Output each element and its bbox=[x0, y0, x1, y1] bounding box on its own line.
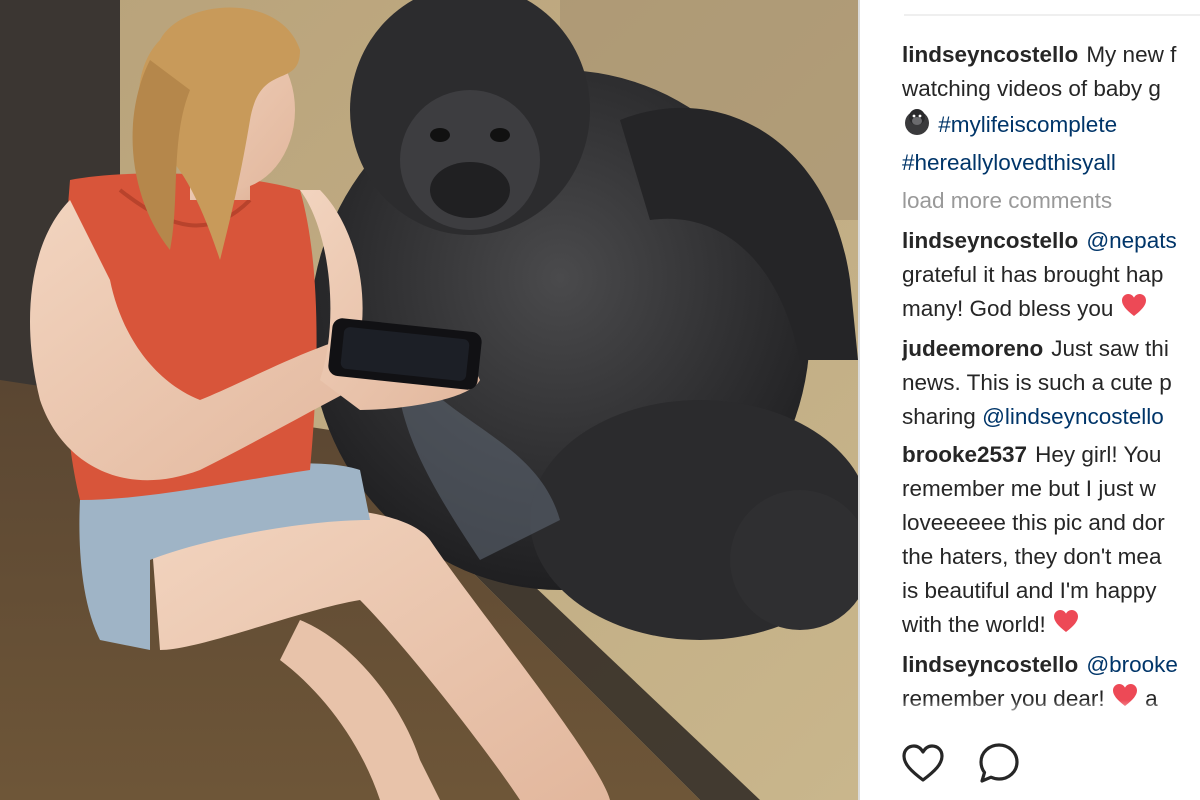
comment-text: is beautiful and I'm happy bbox=[902, 578, 1157, 604]
comment-line: lindseyncostello @brooke bbox=[902, 648, 1200, 682]
mention-link[interactable]: @brooke bbox=[1086, 652, 1178, 677]
comment-text: grateful it has brought hap bbox=[902, 262, 1164, 287]
post-photo bbox=[0, 0, 858, 800]
comment-button[interactable] bbox=[976, 740, 1022, 786]
comments-panel: lindseyncostello My new f watching videos… bbox=[860, 0, 1200, 800]
comment-line: remember me but I just w bbox=[902, 472, 1200, 506]
comment-text: sharing bbox=[902, 404, 976, 430]
mention-link[interactable]: @lindseyncostello bbox=[982, 404, 1164, 429]
comment-line: is beautiful and I'm happy bbox=[902, 574, 1200, 608]
comment-line: many! God bless you bbox=[902, 292, 1200, 328]
heart-icon bbox=[1120, 292, 1148, 328]
photo-illustration bbox=[0, 0, 858, 800]
speech-bubble-icon bbox=[979, 743, 1019, 783]
comment-username[interactable]: lindseyncostello bbox=[902, 228, 1078, 253]
hashtag-link[interactable]: #hereallylovedthisyall bbox=[902, 150, 1116, 175]
comment-line: with the world! bbox=[902, 608, 1200, 644]
comment-text: remember me but I just w bbox=[902, 476, 1156, 502]
comments-fade bbox=[860, 700, 1200, 720]
comment-username[interactable]: lindseyncostello bbox=[902, 42, 1078, 67]
hashtag-link[interactable]: #mylifeiscomplete bbox=[938, 112, 1117, 137]
gorilla-icon bbox=[902, 106, 932, 146]
comment-line: brooke2537 Hey girl! You bbox=[902, 438, 1200, 472]
comment-text: loveeeeee this pic and dor bbox=[902, 510, 1165, 536]
comment-line: lindseyncostello @nepats bbox=[902, 224, 1200, 258]
mention-link[interactable]: @nepats bbox=[1086, 228, 1176, 253]
comment-line: news. This is such a cute p bbox=[902, 366, 1200, 400]
comment-text: many! God bless you bbox=[902, 296, 1114, 321]
comment-line: #mylifeiscomplete bbox=[902, 106, 1200, 146]
comment-text: Hey girl! You bbox=[1035, 442, 1162, 468]
top-separator bbox=[904, 14, 1200, 16]
comment-line: loveeeeee this pic and dor bbox=[902, 506, 1200, 540]
comment-line: the haters, they don't mea bbox=[902, 540, 1200, 574]
comment-text: My new f bbox=[1086, 42, 1177, 67]
comment-line: lindseyncostello My new f bbox=[902, 38, 1200, 72]
like-button[interactable] bbox=[900, 740, 946, 786]
comment-text: with the world! bbox=[902, 612, 1046, 638]
comment-line: judeemoreno Just saw thi bbox=[902, 332, 1200, 366]
comments-list: lindseyncostello My new f watching videos… bbox=[902, 38, 1200, 718]
comment-line: grateful it has brought hap bbox=[902, 258, 1200, 292]
comment-line: #hereallylovedthisyall bbox=[902, 146, 1200, 180]
comment-text: watching videos of baby g bbox=[902, 76, 1161, 101]
heart-outline-icon bbox=[902, 744, 944, 782]
comment: brooke2537 Hey girl! You remember me but … bbox=[902, 438, 1200, 644]
comment-username[interactable]: judeemoreno bbox=[902, 336, 1043, 361]
comment-text: Just saw thi bbox=[1051, 336, 1169, 362]
comment-text: the haters, they don't mea bbox=[902, 544, 1162, 570]
comment-line: sharing @lindseyncostello bbox=[902, 400, 1200, 434]
comment: lindseyncostello @nepats grateful it has … bbox=[902, 224, 1200, 328]
comment-username[interactable]: lindseyncostello bbox=[902, 652, 1078, 677]
comment-text: news. This is such a cute p bbox=[902, 370, 1172, 396]
comment-line: watching videos of baby g bbox=[902, 72, 1200, 106]
comment-username[interactable]: brooke2537 bbox=[902, 442, 1027, 467]
action-bar bbox=[900, 738, 1022, 788]
comment: lindseyncostello My new f watching videos… bbox=[902, 38, 1200, 180]
heart-icon bbox=[1052, 608, 1080, 644]
comment: judeemoreno Just saw thi news. This is su… bbox=[902, 332, 1200, 434]
load-more-comments-link[interactable]: load more comments bbox=[902, 184, 1200, 218]
